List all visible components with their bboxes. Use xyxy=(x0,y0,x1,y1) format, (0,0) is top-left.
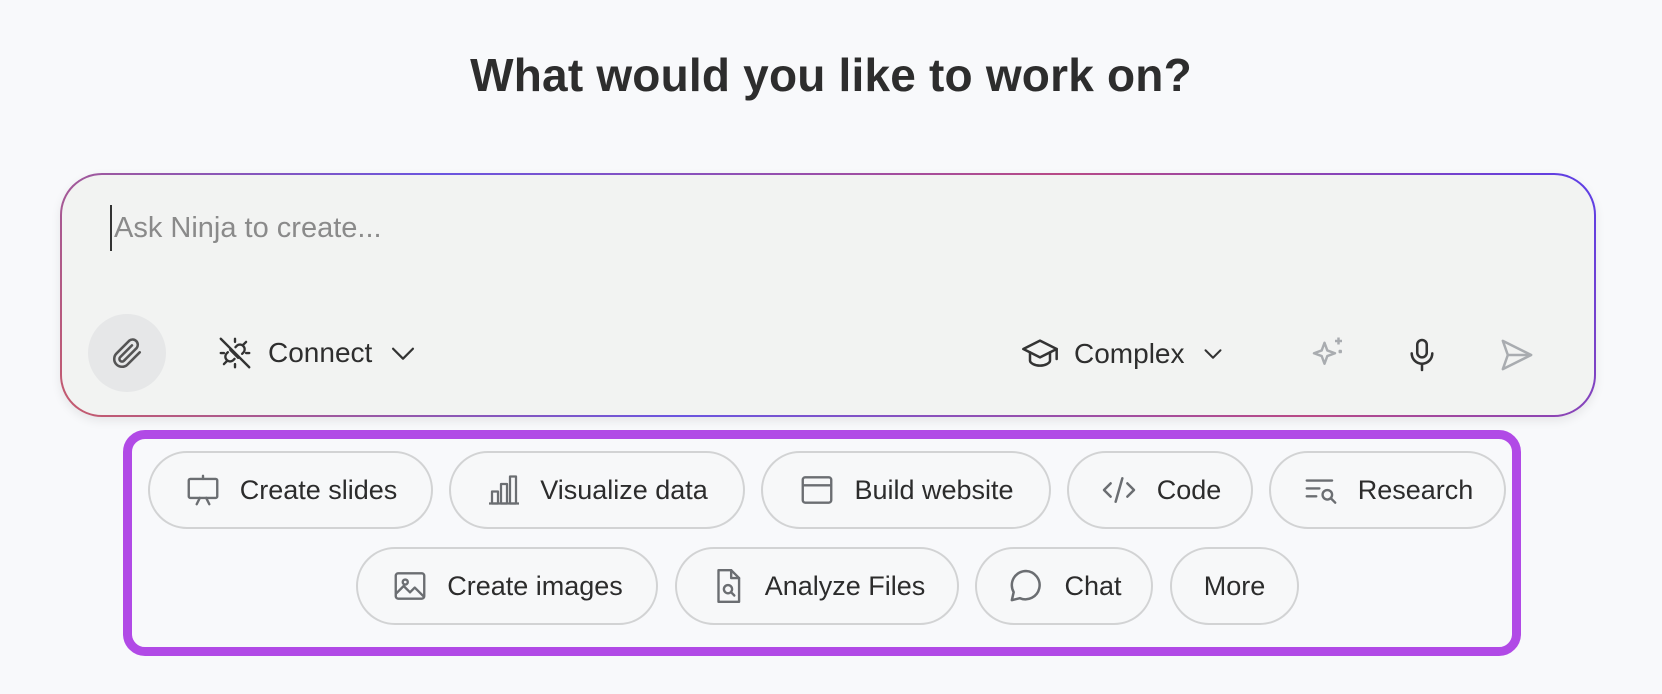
chip-label: Chat xyxy=(1064,570,1122,601)
attach-button[interactable] xyxy=(88,314,166,392)
connect-dropdown[interactable]: Connect xyxy=(216,334,420,372)
search-list-icon xyxy=(1305,479,1337,504)
chip-chat[interactable]: Chat xyxy=(975,547,1153,625)
chip-create-images[interactable]: Create images xyxy=(356,547,658,625)
chevron-down-icon xyxy=(1204,349,1222,359)
sparkle-icon xyxy=(1312,337,1342,365)
chip-label: Code xyxy=(1156,474,1222,505)
mode-dropdown[interactable]: Complex xyxy=(1020,334,1228,374)
chip-label: Visualize data xyxy=(540,474,708,505)
chip-create-slides[interactable]: Create slides xyxy=(148,451,433,529)
chip-label: Analyze Files xyxy=(764,570,926,601)
chip-build-website[interactable]: Build website xyxy=(761,451,1051,529)
prompt-box-inner: Connect Complex xyxy=(62,175,1594,415)
send-icon xyxy=(1501,339,1533,371)
chip-more[interactable]: More xyxy=(1170,547,1299,625)
presentation-icon xyxy=(187,474,219,506)
chat-bubble-icon xyxy=(1011,569,1042,602)
chip-label: Create images xyxy=(447,570,623,601)
connect-label: Connect xyxy=(268,337,373,368)
chip-label: More xyxy=(1203,570,1266,601)
paperclip-icon xyxy=(112,338,142,369)
plug-disconnected-icon xyxy=(219,337,251,369)
file-search-icon xyxy=(717,568,740,604)
voice-input-button[interactable] xyxy=(1400,333,1444,377)
prompt-box: Connect Complex xyxy=(60,173,1596,417)
prompt-input[interactable] xyxy=(110,205,1516,251)
chip-code[interactable]: Code xyxy=(1067,451,1253,529)
bar-chart-icon xyxy=(489,475,520,505)
chip-visualize-data[interactable]: Visualize data xyxy=(449,451,745,529)
browser-window-icon xyxy=(802,476,833,504)
chip-analyze-files[interactable]: Analyze Files xyxy=(675,547,959,625)
chip-label: Build website xyxy=(854,474,1014,505)
chip-label: Create slides xyxy=(239,474,398,505)
enhance-prompt-button[interactable] xyxy=(1306,333,1350,377)
page-title: What would you like to work on? xyxy=(470,49,1192,101)
mode-label: Complex xyxy=(1074,338,1185,369)
graduation-cap-icon xyxy=(1022,339,1058,367)
chip-label: Research xyxy=(1357,474,1474,505)
code-icon xyxy=(1102,477,1135,503)
chevron-down-icon xyxy=(392,347,415,360)
chip-research[interactable]: Research xyxy=(1269,451,1506,529)
send-button[interactable] xyxy=(1495,333,1539,377)
image-icon xyxy=(394,572,426,600)
microphone-icon xyxy=(1410,338,1434,372)
